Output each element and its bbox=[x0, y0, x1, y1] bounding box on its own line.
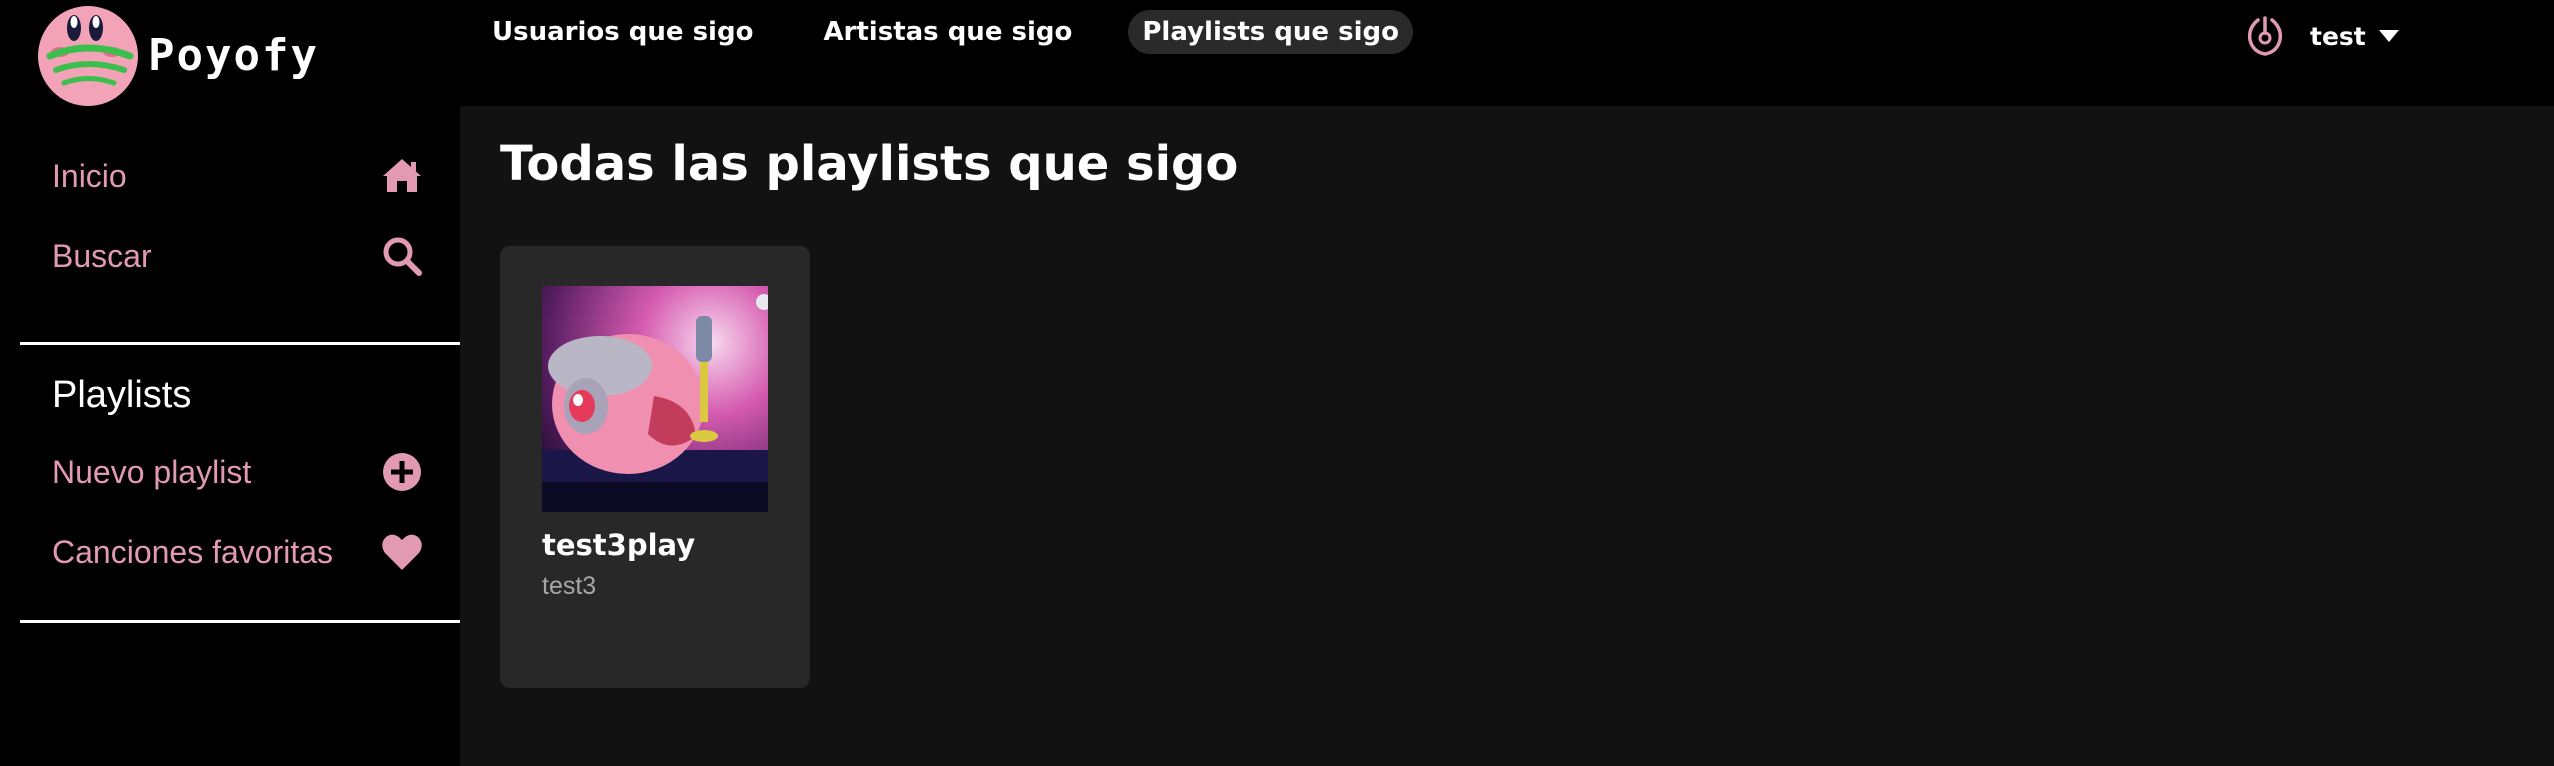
sidebar-item-label: Nuevo playlist bbox=[52, 453, 252, 490]
sidebar-divider bbox=[20, 620, 460, 623]
tab-playlists-que-sigo[interactable]: Playlists que sigo bbox=[1128, 10, 1413, 54]
sidebar-item-inicio[interactable]: Inicio bbox=[52, 146, 424, 206]
search-icon bbox=[383, 237, 422, 276]
heart-icon bbox=[382, 534, 422, 570]
user-icon bbox=[2247, 16, 2283, 56]
sidebar-item-label: Inicio bbox=[52, 157, 127, 194]
user-menu-button[interactable]: test bbox=[2244, 14, 2400, 58]
main-content: Todas las playlists que sigo test3play t… bbox=[460, 106, 2554, 766]
username: test bbox=[2310, 21, 2366, 51]
kirby-logo-icon[interactable] bbox=[34, 4, 142, 108]
sidebar: Inicio Buscar Playlists Nuevo playlist C… bbox=[0, 106, 460, 766]
sidebar-divider bbox=[20, 342, 460, 345]
top-bar: Poyofy Usuarios que sigo Artistas que si… bbox=[0, 0, 2554, 106]
page-title: Todas las playlists que sigo bbox=[500, 136, 1239, 192]
playlist-owner: test3 bbox=[542, 572, 597, 600]
sidebar-item-label: Canciones favoritas bbox=[52, 533, 334, 570]
tab-usuarios-que-sigo[interactable]: Usuarios que sigo bbox=[478, 10, 767, 54]
tab-artistas-que-sigo[interactable]: Artistas que sigo bbox=[809, 10, 1086, 54]
sidebar-item-label: Buscar bbox=[52, 237, 152, 274]
sidebar-item-buscar[interactable]: Buscar bbox=[52, 226, 424, 286]
new-playlist-button[interactable]: Nuevo playlist bbox=[52, 442, 424, 502]
plus-circle-icon bbox=[383, 453, 421, 491]
playlist-name: test3play bbox=[542, 528, 696, 562]
sidebar-item-favorite-songs[interactable]: Canciones favoritas bbox=[52, 522, 424, 582]
home-icon bbox=[383, 159, 421, 192]
top-tabs: Usuarios que sigo Artistas que sigo Play… bbox=[478, 10, 1455, 54]
kirby-singing-cover bbox=[542, 286, 768, 512]
playlists-section-title: Playlists bbox=[52, 374, 192, 416]
brand-name: Poyofy bbox=[148, 30, 319, 81]
playlist-card[interactable]: test3play test3 bbox=[500, 246, 810, 688]
caret-down-icon bbox=[2378, 30, 2399, 42]
